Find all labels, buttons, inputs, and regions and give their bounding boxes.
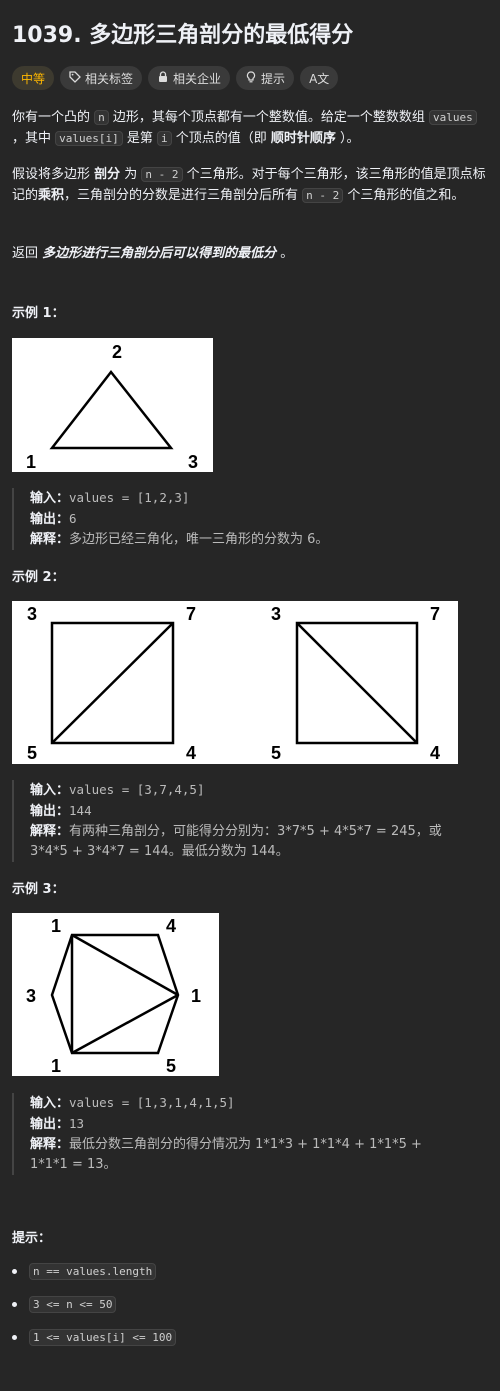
output-value: 144 [69,803,92,818]
output-label: 输出： [30,1117,70,1132]
explain-text: 最低分数三角剖分的得分情况为 1*1*3 + 1*1*4 + 1*1*5 + [69,1137,422,1152]
description-paragraph-3: 返回 多边形进行三角剖分后可以得到的最低分 。 [12,243,488,264]
input-label: 输入： [30,783,70,798]
explain-label: 解释： [30,1137,70,1152]
text: 为 [120,167,142,182]
lock-icon [157,70,169,86]
difficulty-badge: 中等 [12,66,55,90]
tag-icon [69,70,81,86]
text: 假设将多边形 [12,167,95,182]
italic-text: 多边形进行三角剖分后可以得到的最低分 [42,246,277,261]
text: 。 [276,246,294,261]
output-label: 输出： [30,512,70,527]
tag-bar: 中等 相关标签 相关企业 提示 A文 [12,66,339,90]
bold-text: 乘积 [38,188,65,203]
vertex-label: 5 [271,743,281,763]
related-companies-label: 相关企业 [173,71,222,86]
square-diagram-right [295,621,419,745]
bullet-icon [12,1269,17,1274]
output-value: 6 [69,511,77,526]
bullet-icon [12,1302,17,1307]
hexagon-diagram [50,933,180,1055]
inline-code: values[i] [55,131,123,146]
example-1-heading: 示例 1： [12,306,65,321]
explain-text-cont: 1*1*1 = 13。 [30,1157,117,1172]
related-tags-button[interactable]: 相关标签 [60,66,143,90]
vertex-label: 5 [166,1056,176,1076]
square-diagram-left [50,621,175,745]
description-paragraph-2: 假设将多边形 剖分 为 n - 2 个三角形。对于每个三角形，该三角形的值是顶点… [12,164,488,206]
related-companies-button[interactable]: 相关企业 [148,66,231,90]
related-tags-label: 相关标签 [85,71,134,86]
description-paragraph-1: 你有一个凸的 n 边形，其每个顶点都有一个整数值。给定一个整数数组 values… [12,107,488,149]
input-value: values = [1,3,1,4,1,5] [69,1095,235,1110]
input-value: values = [1,2,3] [69,490,190,505]
explain-label: 解释： [30,532,70,547]
vertex-label: 5 [27,743,37,763]
hint-label: 提示 [261,71,286,86]
output-value: 13 [69,1116,85,1131]
output-label: 输出： [30,804,70,819]
vertex-label: 3 [271,604,281,624]
text: ，其中 [12,131,56,146]
text: 你有一个凸的 [12,110,95,125]
bullet-icon [12,1335,17,1340]
example-1-block: 输入：values = [1,2,3] 输出：6 解释：多边形已经三角化，唯一三… [12,488,490,550]
text: 返回 [12,246,43,261]
example-1-image: 2 1 3 [12,338,213,472]
inline-code: n - 2 [141,167,183,182]
constraint-code: 1 <= values[i] <= 100 [29,1329,177,1346]
constraint-code: 3 <= n <= 50 [29,1296,117,1313]
vertex-label: 3 [27,604,37,624]
text: 个顶点的值（即 [171,131,271,146]
explain-text: 多边形已经三角化，唯一三角形的分数为 6。 [69,532,329,547]
explain-text: 有两种三角剖分，可能得分分别为：3*7*5 + 4*5*7 = 245，或 [69,824,442,839]
vertex-label: 1 [51,1056,61,1076]
text: ）。 [335,131,360,146]
vertex-label: 2 [112,342,122,362]
triangle-shape [49,369,174,450]
vertex-label: 1 [26,452,36,472]
example-3-block: 输入：values = [1,3,1,4,1,5] 输出：13 解释：最低分数三… [12,1093,490,1175]
example-2-block: 输入：values = [3,7,4,5] 输出：144 解释：有两种三角剖分，… [12,780,490,862]
vertex-label: 7 [430,604,440,624]
lightbulb-icon [245,70,257,86]
vertex-label: 4 [186,743,196,763]
vertex-label: 1 [191,986,201,1006]
vertex-label: 7 [186,604,196,624]
example-2-image: 3 7 5 4 3 7 5 4 [12,601,458,764]
input-value: values = [3,7,4,5] [69,782,205,797]
vertex-label: 4 [166,916,176,936]
constraint-item: n == values.length [12,1263,157,1280]
bold-text: 顺时针顺序 [270,131,336,146]
text: ，三角剖分的分数是进行三角剖分后所有 [64,188,303,203]
constraint-item: 1 <= values[i] <= 100 [12,1329,177,1346]
inline-code: values [429,110,477,125]
inline-code: n - 2 [302,188,344,203]
translate-icon: A文 [309,71,330,86]
example-2-heading: 示例 2： [12,570,65,585]
hint-button[interactable]: 提示 [236,66,295,90]
text: 边形，其每个顶点都有一个整数值。给定一个整数数组 [108,110,430,125]
inline-code: i [157,131,172,146]
explain-text-cont: 3*4*5 + 3*4*7 = 144。最低分数为 144。 [30,844,289,859]
vertex-label: 3 [26,986,36,1006]
vertex-label: 1 [51,916,61,936]
vertex-label: 4 [430,743,440,763]
text: 是第 [122,131,158,146]
constraints-heading: 提示： [12,1231,52,1246]
constraint-item: 3 <= n <= 50 [12,1296,117,1313]
input-label: 输入： [30,491,70,506]
example-3-image: 1 4 3 1 1 5 [12,913,219,1076]
inline-code: n [94,110,109,125]
example-3-heading: 示例 3： [12,882,65,897]
input-label: 输入： [30,1096,70,1111]
text: 个三角形的值之和。 [343,188,465,203]
problem-title: 1039. 多边形三角剖分的最低得分 [12,23,354,48]
bold-text: 剖分 [94,167,121,182]
translate-button[interactable]: A文 [300,66,339,90]
explain-label: 解释： [30,824,70,839]
vertex-label: 3 [188,452,198,472]
constraint-code: n == values.length [29,1263,157,1280]
